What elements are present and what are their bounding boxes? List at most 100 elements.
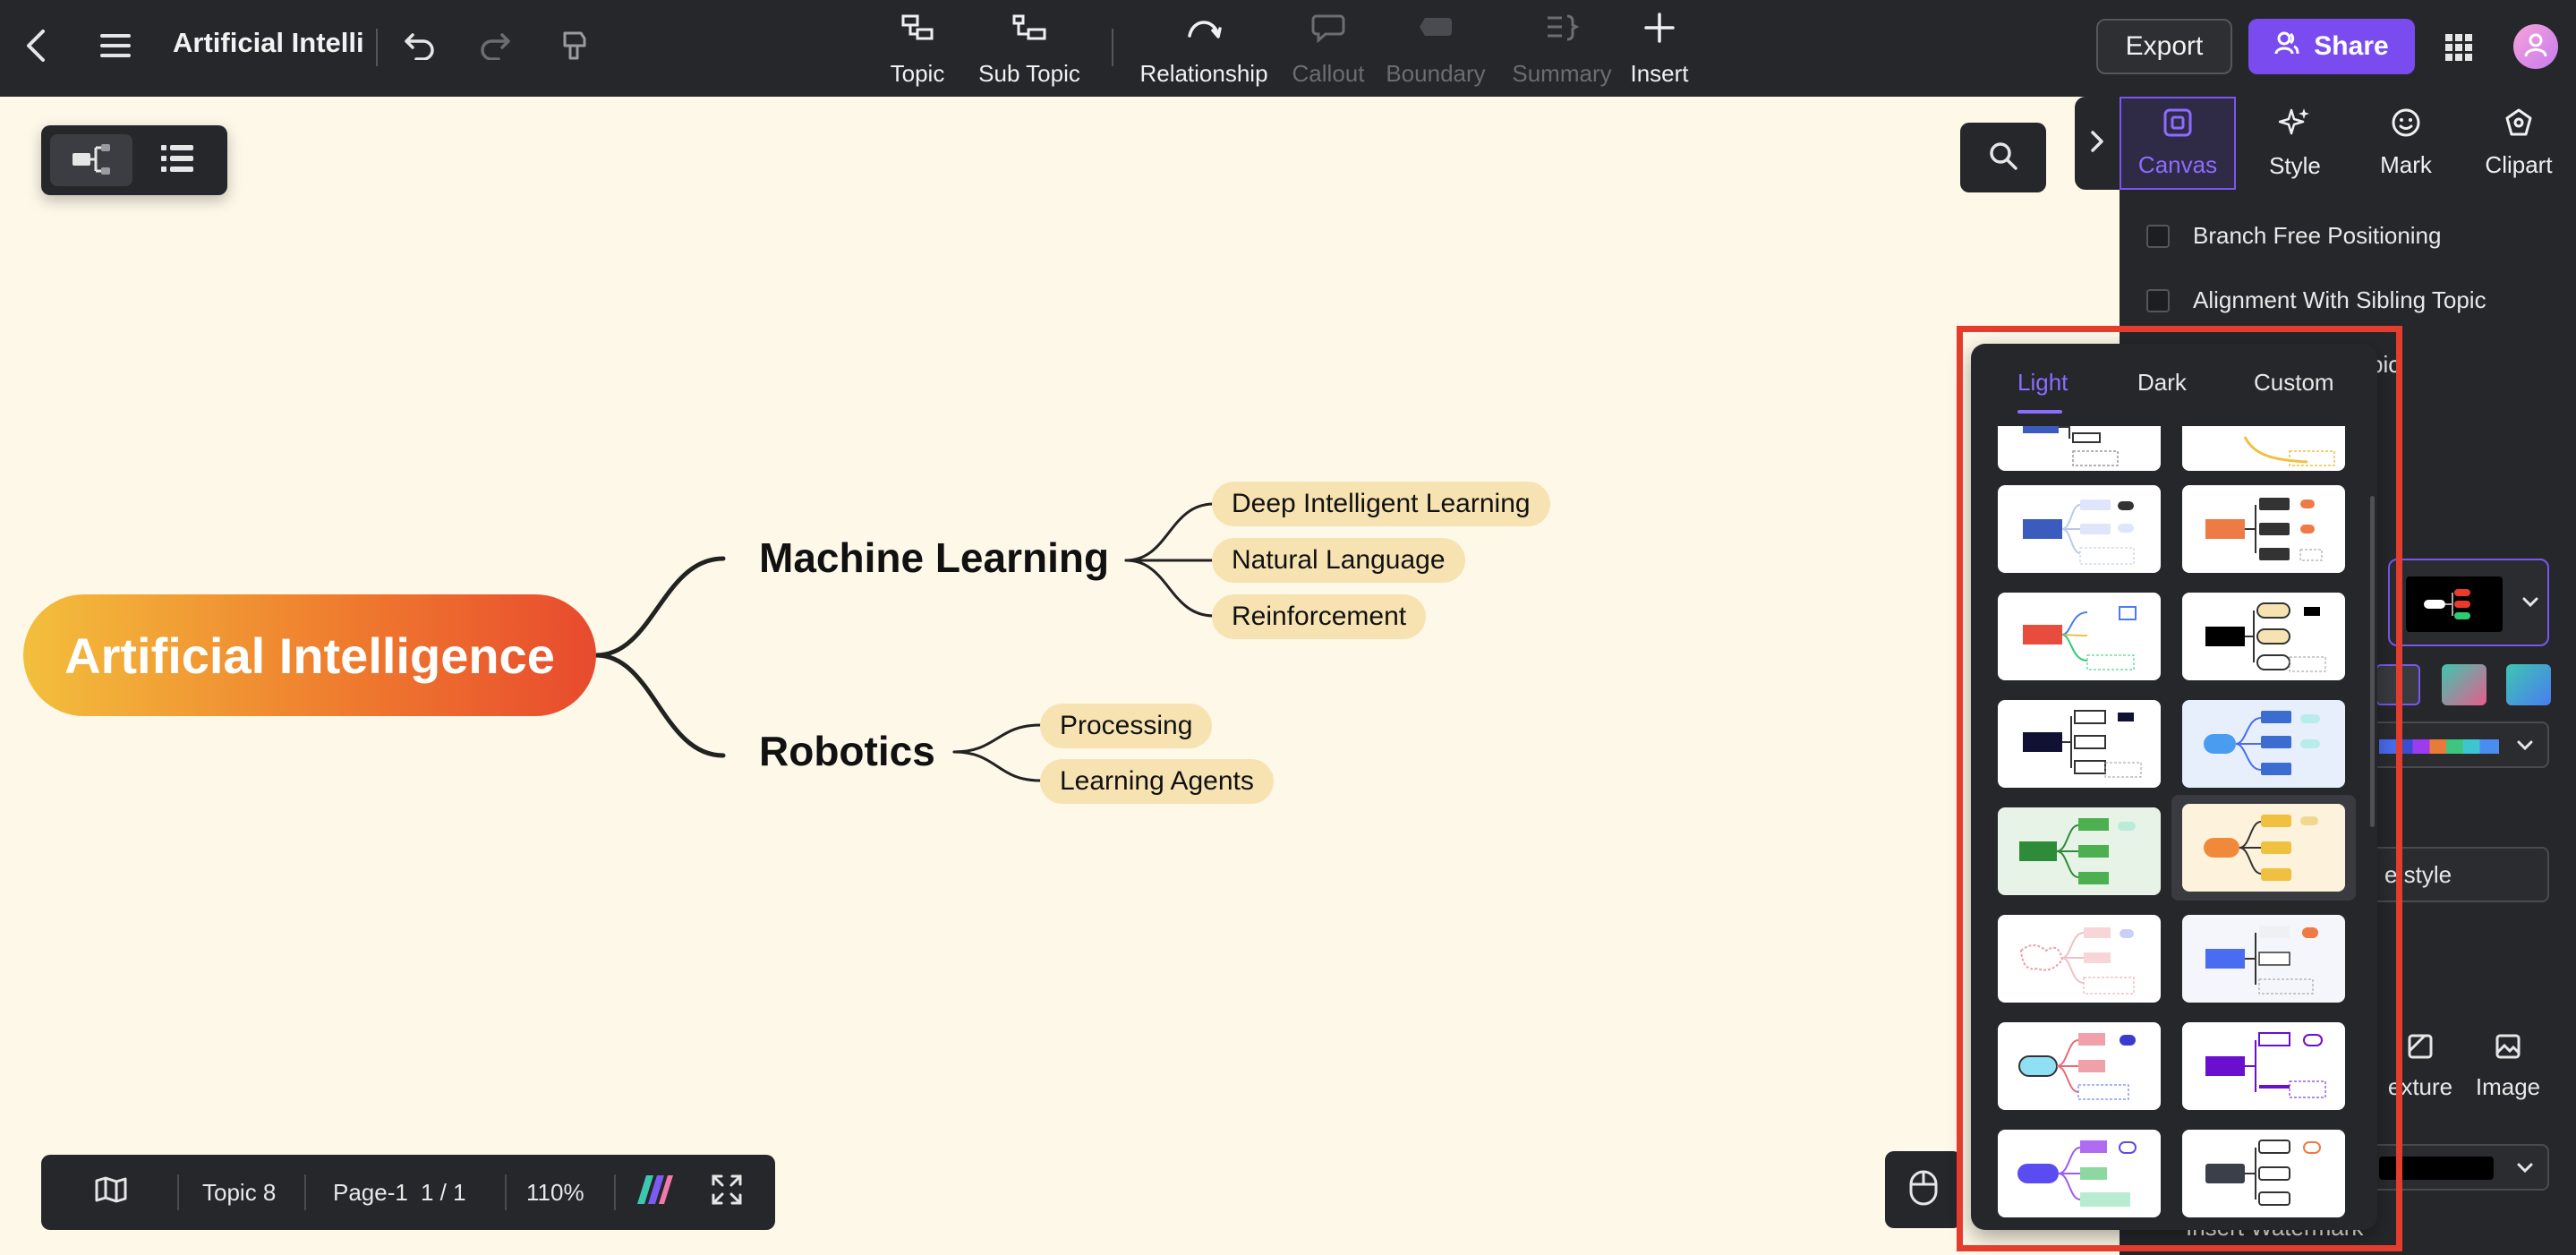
topic-tool[interactable]: Topic [886,13,949,88]
theme-thumbnail[interactable] [2182,1022,2345,1110]
theme-thumbnail[interactable] [1998,1130,2161,1217]
checkbox[interactable] [2146,288,2170,312]
subtopic-tool[interactable]: Sub Topic [976,13,1083,88]
theme-thumbnail[interactable] [1998,593,2161,680]
theme-thumbnail[interactable] [1998,1022,2161,1110]
summary-tool-label: Summary [1512,60,1612,87]
map-outline-button[interactable] [95,1155,127,1230]
avatar[interactable] [2513,24,2558,69]
fullscreen-icon [711,1174,743,1212]
canvas-icon [2162,107,2193,144]
layout-swatch[interactable] [2376,664,2420,705]
outline-view-icon [159,142,195,179]
page-index: 1 / 1 [421,1178,466,1206]
background-image-option[interactable]: Image [2463,1026,2553,1108]
tab-custom[interactable]: Custom [2254,369,2334,397]
people-icon [2274,30,2299,63]
popup-scrollbar[interactable] [2370,496,2375,827]
active-tab-indicator [2017,410,2062,414]
watermark-color-select[interactable] [2370,1144,2549,1191]
theme-thumbnail[interactable] [2182,1130,2345,1217]
status-bar: Topic 8 Page-1 1 / 1 110% [41,1155,775,1230]
page-label[interactable]: Page-1 [333,1155,408,1230]
option-branch-free-positioning[interactable]: Branch Free Positioning [2146,222,2441,250]
layout-swatch[interactable] [2506,664,2551,705]
insert-tool-label: Insert [1630,60,1689,87]
theme-thumbnail[interactable] [2171,795,2356,901]
smiley-icon [2391,107,2421,144]
apps-grid-icon[interactable] [2438,27,2479,68]
theme-thumbnail[interactable] [1998,700,2161,788]
theme-thumbnail[interactable] [1998,915,2161,1003]
search-icon [1987,140,2019,176]
tab-canvas[interactable]: Canvas [2120,97,2236,190]
back-icon[interactable] [16,25,57,66]
tab-mark-label: Mark [2380,151,2432,178]
fullscreen-button[interactable] [711,1155,743,1230]
option-alignment-sibling[interactable]: Alignment With Sibling Topic [2146,286,2486,314]
sparkle-icon [2278,107,2311,145]
zoom-level[interactable]: 110% [526,1155,584,1230]
boundary-tool[interactable]: Boundary [1386,13,1486,88]
mindmap-view-button[interactable] [50,134,132,186]
topic-machine-learning[interactable]: Machine Learning [759,534,1109,582]
checkbox[interactable] [2146,224,2170,248]
tab-dark[interactable]: Dark [2137,369,2187,397]
theme-thumbnail[interactable] [2182,485,2345,573]
status-divider [505,1174,507,1210]
chevron-down-icon [2521,593,2540,617]
map-icon [95,1176,127,1209]
panel-collapse-button[interactable] [2075,97,2120,190]
ai-logo-icon [634,1172,675,1214]
subtopic-icon [1012,13,1046,47]
tab-style[interactable]: Style [2245,97,2345,190]
topic-robotics[interactable]: Robotics [759,727,935,775]
insert-tool[interactable]: Insert [1629,13,1690,88]
theme-thumbnail[interactable] [2182,426,2345,471]
share-button-label: Share [2314,31,2389,61]
relationship-tool-label: Relationship [1139,60,1268,87]
color-scheme-select[interactable] [2370,721,2549,768]
mouse-mode-button[interactable] [1885,1151,1962,1228]
layout-swatch[interactable] [2442,664,2486,705]
theme-thumbnail[interactable] [2182,593,2345,680]
document-title[interactable]: Artificial Intelli [173,27,364,59]
subtopic-natural-language[interactable]: Natural Language [1212,538,1465,583]
share-button[interactable]: Share [2248,19,2415,74]
theme-thumbnail[interactable] [1998,485,2161,573]
export-button[interactable]: Export [2096,19,2232,74]
background-texture-option[interactable]: exture [2370,1026,2470,1108]
search-button[interactable] [1960,123,2046,192]
subtopic-reinforcement[interactable]: Reinforcement [1212,594,1427,639]
relationship-tool[interactable]: Relationship [1139,13,1269,88]
format-painter-icon[interactable] [553,25,594,66]
boundary-icon [1418,13,1454,47]
tab-light[interactable]: Light [2017,369,2068,397]
status-divider [177,1174,179,1210]
tab-clipart[interactable]: Clipart [2469,97,2569,190]
redo-icon[interactable] [474,25,516,66]
callout-tool[interactable]: Callout [1292,13,1365,88]
theme-thumbnail[interactable] [1998,426,2161,471]
reset-style-button[interactable]: e style [2370,847,2549,902]
tab-mark[interactable]: Mark [2356,97,2456,190]
subtopic-deep-intelligent-learning[interactable]: Deep Intelligent Learning [1212,482,1550,526]
root-topic[interactable]: Artificial Intelligence [23,594,596,716]
theme-dropdown[interactable] [2388,559,2549,646]
subtopic-learning-agents[interactable]: Learning Agents [1040,759,1274,804]
boundary-tool-label: Boundary [1386,60,1486,87]
undo-icon[interactable] [399,25,440,66]
ai-assistant-button[interactable] [634,1155,675,1230]
callout-tool-label: Callout [1292,60,1365,87]
subtopic-processing[interactable]: Processing [1040,704,1213,748]
theme-thumbnail[interactable] [2182,915,2345,1003]
theme-thumbnail[interactable] [1998,807,2161,895]
theme-thumbnail[interactable] [2182,700,2345,788]
tab-clipart-label: Clipart [2485,151,2553,178]
mouse-icon [1908,1169,1939,1211]
status-divider [304,1174,306,1210]
summary-tool[interactable]: Summary [1512,13,1612,88]
topic-count: Topic 8 [202,1178,277,1206]
outline-view-button[interactable] [136,134,218,186]
menu-icon[interactable] [95,25,136,66]
